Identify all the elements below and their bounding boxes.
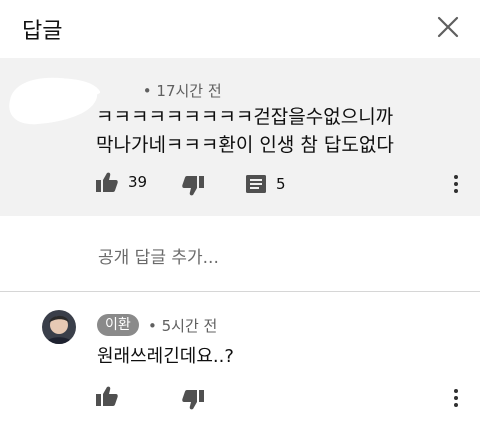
redacted-author [96,86,138,98]
reply-count: 5 [276,175,286,193]
bullet: • [142,82,157,100]
parent-comment-line: 막나가네ㅋㅋㅋ환이 인생 참 답도없다 [96,134,394,156]
parent-comment-meta: • 17시간 전 [96,80,222,101]
parent-more-button[interactable] [448,172,464,196]
add-reply-input[interactable]: 공개 답글 추가... [98,243,219,268]
reply-timestamp: 5시간 전 [161,317,218,335]
more-vert-icon [454,175,458,179]
replies-button[interactable]: 5 [246,175,286,193]
like-button[interactable]: 39 [96,172,147,192]
dislike-button[interactable] [182,176,204,196]
replies-header: 답글 [0,0,480,58]
parent-comment: • 17시간 전 ㅋㅋㅋㅋㅋㅋㅋㅋㅋ걷잡을수없으니까 막나가네ㅋㅋㅋ환이 인생 … [0,58,480,216]
reply-meta: • 5시간 전 [148,317,218,335]
close-button[interactable] [432,11,464,43]
reply-author-chip[interactable]: 이환 [97,314,139,336]
more-vert-icon [454,389,458,393]
redacted-avatar [9,77,100,125]
thumbs-down-icon [182,176,204,196]
page-title: 답글 [22,19,63,44]
user-avatar-icon [42,310,76,344]
parent-comment-text: ㅋㅋㅋㅋㅋㅋㅋㅋㅋ걷잡을수없으니까 막나가네ㅋㅋㅋ환이 인생 참 답도없다 [96,103,466,159]
parent-comment-timestamp: 17시간 전 [156,82,222,100]
parent-comment-line: ㅋㅋㅋㅋㅋㅋㅋㅋㅋ걷잡을수없으니까 [96,106,394,128]
thumbs-up-icon [96,386,118,406]
avatar[interactable] [42,310,76,344]
like-count: 39 [128,173,148,191]
thumbs-up-icon [96,172,118,192]
reply-more-button[interactable] [448,386,464,410]
reply-text: 원래쓰레긴데요..? [97,346,234,367]
reply-like-button[interactable] [96,386,118,406]
thumbs-down-icon [182,390,204,410]
comment-icon [246,175,266,193]
divider [0,291,480,292]
close-icon [437,16,459,38]
reply-dislike-button[interactable] [182,390,204,410]
